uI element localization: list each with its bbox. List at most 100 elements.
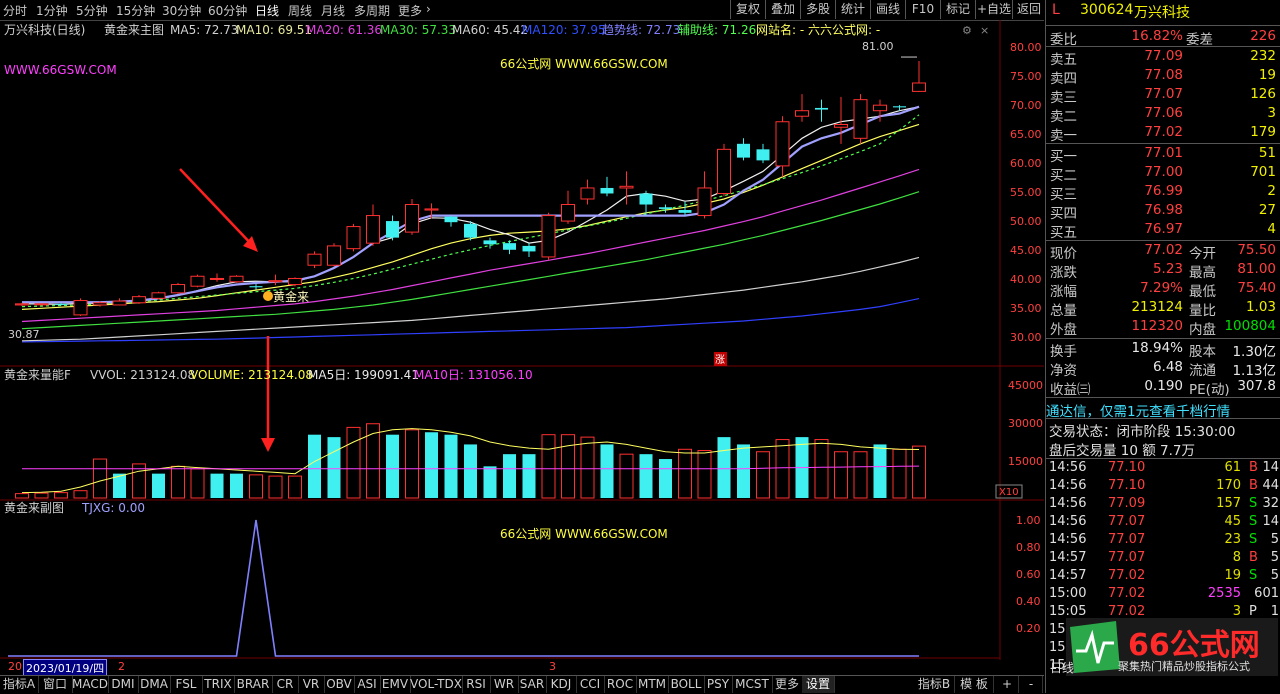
indicator-tab-15[interactable]: WR — [490, 676, 519, 693]
indicator-tab-23[interactable]: MCST — [732, 676, 773, 693]
indicator-tab-8[interactable]: CR — [272, 676, 299, 693]
ask-level-1-v1: 77.02 — [1144, 124, 1183, 140]
volume-bar-down — [600, 444, 614, 498]
stats-button[interactable]: 统计 — [835, 0, 870, 19]
tick-volume: 61 — [1224, 460, 1241, 475]
right-tab-2[interactable]: + — [996, 676, 1019, 693]
indicator-tab-2[interactable]: MACD — [72, 676, 109, 693]
sub-watermark: 66公式网 WWW.66GSW.COM — [500, 527, 668, 541]
candle-body-down — [815, 107, 828, 110]
volume-bar-down — [873, 444, 887, 498]
ask-level-1: 卖一 77.02 179 — [1046, 124, 1280, 144]
indicator-tab-9[interactable]: VR — [298, 676, 325, 693]
stat-row-4-v2: 100804 — [1224, 318, 1276, 334]
volume-tick: 30000 — [1008, 417, 1043, 430]
f10-button[interactable]: F10 — [905, 0, 940, 19]
candle-body-down — [54, 303, 68, 305]
period-60min[interactable]: 60分钟 — [208, 2, 247, 19]
left-watermark: WWW.66GSW.COM — [4, 63, 117, 77]
volume-bar-up — [541, 434, 556, 499]
tick-row: 14:56 77.07 45 S 14 — [1046, 514, 1280, 532]
candle-body-up — [112, 300, 127, 306]
period-1min[interactable]: 1分钟 — [36, 2, 68, 19]
tick-count: 44 — [1262, 478, 1279, 493]
price-tick: 40.00 — [1010, 273, 1042, 286]
indicator-tab-21[interactable]: BOLL — [668, 676, 705, 693]
indicator-tab-5[interactable]: FSL — [170, 676, 203, 693]
candle-body-down — [444, 216, 458, 223]
right-tab-0[interactable]: 指标B — [914, 676, 955, 693]
period-monthly[interactable]: 月线 — [321, 2, 345, 19]
indicator-tab-10[interactable]: OBV — [324, 676, 355, 693]
indicator-tab-19[interactable]: ROC — [604, 676, 637, 693]
bid-level-2-v2: 701 — [1250, 164, 1276, 180]
indicator-tab-0[interactable]: 指标A — [0, 676, 39, 693]
stat2-row-2-v1: 0.190 — [1144, 378, 1183, 394]
candle-body-down — [464, 223, 477, 238]
period-5min[interactable]: 5分钟 — [76, 2, 108, 19]
period-15min[interactable]: 15分钟 — [116, 2, 155, 19]
indicator-tab-18[interactable]: CCI — [576, 676, 605, 693]
right-tab-3[interactable]: - — [1020, 676, 1043, 693]
tick-price: 77.02 — [1108, 586, 1146, 601]
fuquan-button[interactable]: 复权 — [730, 0, 765, 19]
indicator-tab-7[interactable]: BRAR — [234, 676, 273, 693]
candle-body-up — [795, 110, 809, 117]
back-button[interactable]: 返回 — [1012, 0, 1045, 19]
ma30-line — [21, 191, 920, 330]
period-multi[interactable]: 多周期 — [354, 2, 390, 19]
candle-body-down — [756, 149, 770, 161]
period-fenshi[interactable]: 分时 — [3, 2, 27, 19]
ad-banner[interactable]: 通达信，仅需1元查看千档行情 — [1046, 400, 1280, 420]
candle-body-down — [639, 193, 653, 205]
multi-stock-button[interactable]: 多股 — [800, 0, 835, 19]
indicator-tab-13[interactable]: VOL-TDX — [410, 676, 463, 693]
ask-level-5-lbl: 卖五 — [1050, 52, 1077, 68]
indicator-tab-3[interactable]: DMI — [108, 676, 139, 693]
close-panel-icon[interactable]: × — [980, 24, 989, 37]
mark-button[interactable]: 标记 — [940, 0, 975, 19]
bid-level-4-lbl: 买四 — [1050, 206, 1077, 222]
volume-bar-down — [308, 434, 321, 498]
chart-area[interactable]: 万兴科技(日线) 黄金来主图 MA5: 72.73 MA10: 69.51 MA… — [0, 20, 1044, 660]
period-30min[interactable]: 30分钟 — [162, 2, 201, 19]
period-weekly[interactable]: 周线 — [288, 2, 312, 19]
candle-body-up — [697, 187, 712, 217]
tick-price: 77.09 — [1108, 496, 1146, 511]
right-tab-1[interactable]: 模 板 — [955, 676, 994, 693]
indicator-tab-1[interactable]: 窗口 — [38, 676, 73, 693]
indicator-tab-11[interactable]: ASI — [354, 676, 381, 693]
weibi-row: 委比 16.82% 委差 226 — [1046, 28, 1280, 48]
chevron-right-icon[interactable]: › — [426, 2, 431, 16]
indicator-tab-14[interactable]: RSI — [462, 676, 491, 693]
add-watchlist-button[interactable]: +自选 — [975, 0, 1012, 19]
indicator-tab-20[interactable]: MTM — [636, 676, 669, 693]
signal-label: 黄金来 — [273, 289, 309, 304]
indicator-tab-6[interactable]: TRIX — [202, 676, 235, 693]
volume-bar-down — [639, 454, 653, 498]
indicator-tab-12[interactable]: EMV — [380, 676, 411, 693]
stat-row-3-lbl: 总量 — [1050, 303, 1077, 319]
candle-body-up — [366, 215, 380, 244]
draw-line-button[interactable]: 画线 — [870, 0, 905, 19]
volume-bar-up — [756, 451, 770, 499]
overlay-button[interactable]: 叠加 — [765, 0, 800, 19]
indicator-tab-24[interactable]: 更多 — [772, 676, 803, 693]
volume-bar-down — [230, 473, 243, 498]
indicator-tab-17[interactable]: KDJ — [546, 676, 577, 693]
price-tick: 60.00 — [1010, 157, 1042, 170]
volume-bar-up — [190, 468, 205, 499]
period-daily[interactable]: 日线 — [255, 2, 279, 19]
price-tick: 65.00 — [1010, 128, 1042, 141]
weibi-label: 委比 — [1050, 32, 1077, 48]
indicator-tab-16[interactable]: SAR — [518, 676, 547, 693]
stat2-row-1-v2: 1.13亿 — [1232, 363, 1276, 379]
indicator-tab-25[interactable]: 设置 — [802, 676, 835, 693]
period-more[interactable]: 更多 — [398, 2, 422, 19]
settings-gear-icon[interactable]: ⚙ — [962, 24, 972, 37]
tjxg-line — [8, 519, 919, 657]
indicator-tab-22[interactable]: PSY — [704, 676, 733, 693]
indicator-tab-4[interactable]: DMA — [138, 676, 171, 693]
price-tick: 70.00 — [1010, 99, 1042, 112]
candle-body-up — [288, 277, 302, 286]
